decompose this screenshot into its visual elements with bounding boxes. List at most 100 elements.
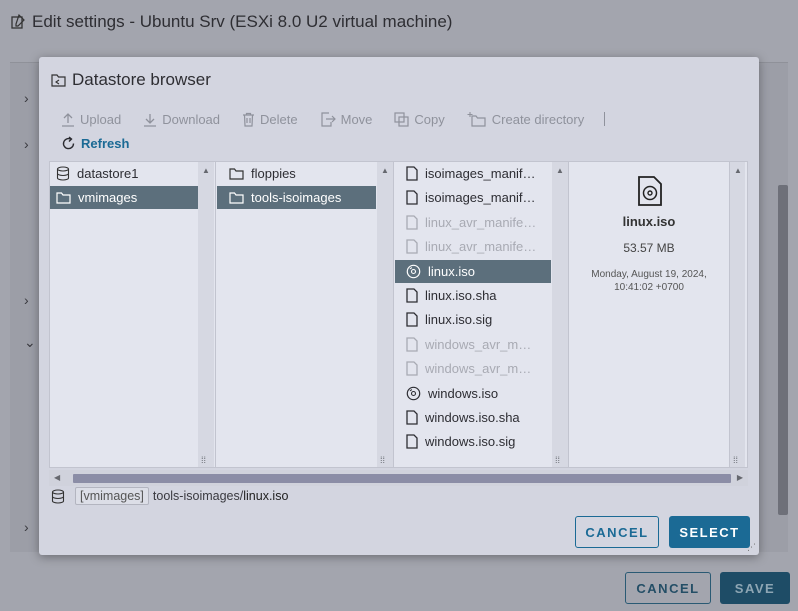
- scroll-left-arrow-icon[interactable]: ◀: [54, 473, 60, 482]
- folder-icon: [56, 192, 71, 204]
- toolbar-divider: [604, 112, 606, 126]
- preview-date-line-2: 10:41:02 +0700: [614, 282, 684, 293]
- datastore-icon: [51, 488, 65, 504]
- path-folder: tools-isoimages/linux.iso: [153, 489, 289, 503]
- disc-icon: [406, 264, 421, 278]
- datastore-column-scrollbar[interactable]: ▲ ⁞⁞: [198, 162, 214, 467]
- file-label: linux_avr_manife…: [425, 214, 537, 230]
- column-resize-grip-icon[interactable]: ⁞⁞: [201, 455, 206, 465]
- datastore-label: datastore1: [77, 166, 139, 181]
- file-label: isoimages_manif…: [425, 166, 536, 181]
- delete-button[interactable]: Delete: [242, 112, 298, 127]
- refresh-button[interactable]: Refresh: [61, 136, 129, 151]
- refresh-label: Refresh: [81, 135, 130, 151]
- file-item[interactable]: linux_avr_manife…: [395, 235, 551, 258]
- disc-icon: [406, 386, 421, 400]
- folder-column: floppies tools-isoimages ▲ ⁞⁞: [217, 162, 394, 467]
- download-button[interactable]: Download: [143, 112, 220, 127]
- file-item[interactable]: windows.iso.sha: [395, 406, 551, 429]
- file-label: windows.iso.sig: [425, 434, 516, 450]
- scroll-up-arrow-icon[interactable]: ▲: [734, 166, 742, 175]
- preview-column-scrollbar[interactable]: ▲ ⁞⁞: [729, 162, 745, 467]
- file-label: linux.iso.sha: [425, 288, 497, 303]
- file-item[interactable]: windows_avr_m…: [395, 357, 551, 380]
- file-item[interactable]: windows.iso: [395, 382, 551, 405]
- file-icon: [406, 288, 418, 303]
- file-column-scrollbar[interactable]: ▲ ⁞⁞: [552, 162, 568, 467]
- path-folder-text: tools-isoimages/: [152, 489, 244, 503]
- folder-label: tools-isoimages: [251, 190, 342, 205]
- upload-label: Upload: [80, 111, 122, 127]
- datastore-column: datastore1 vmimages ▲ ⁞⁞: [50, 162, 216, 467]
- file-item[interactable]: linux.iso.sha: [395, 284, 551, 307]
- file-item[interactable]: linux.iso.sig: [395, 308, 551, 331]
- file-label: isoimages_manif…: [425, 190, 536, 206]
- horizontal-scrollbar-thumb[interactable]: [73, 474, 731, 483]
- chevron-right-icon[interactable]: ›: [24, 90, 29, 106]
- edit-settings-title: Edit settings - Ubuntu Srv (ESXi 8.0 U2 …: [32, 12, 453, 31]
- preview-file-size: 53.57 MB: [623, 241, 675, 255]
- file-label: linux.iso.sig: [425, 312, 493, 328]
- file-item[interactable]: linux_avr_manife…: [395, 211, 551, 234]
- file-icon: [406, 337, 418, 352]
- vm-settings-icon: [11, 14, 25, 29]
- scroll-up-arrow-icon[interactable]: ▲: [202, 166, 210, 175]
- path-file-name: linux.iso: [243, 489, 289, 503]
- edit-settings-scrollbar[interactable]: [778, 185, 788, 515]
- cancel-button[interactable]: CANCEL: [575, 516, 659, 548]
- move-button[interactable]: Move: [320, 111, 373, 127]
- copy-icon: [394, 111, 410, 127]
- edit-settings-cancel-button[interactable]: CANCEL: [625, 572, 711, 604]
- datastore-item[interactable]: datastore1: [50, 162, 198, 185]
- file-icon: [406, 166, 418, 181]
- chevron-right-icon[interactable]: ›: [24, 292, 29, 308]
- file-item[interactable]: isoimages_manif…: [395, 186, 551, 209]
- folder-label: floppies: [251, 166, 296, 181]
- file-icon: [406, 361, 418, 376]
- column-resize-grip-icon[interactable]: ⁞⁞: [380, 455, 385, 465]
- chevron-down-icon[interactable]: ⌄: [24, 334, 36, 351]
- download-icon: [144, 113, 157, 127]
- folder-item[interactable]: floppies: [217, 162, 376, 185]
- move-icon: [321, 111, 336, 127]
- scroll-right-arrow-icon[interactable]: ▶: [737, 473, 743, 482]
- folder-icon: [229, 192, 244, 204]
- file-item[interactable]: isoimages_manif…: [395, 162, 551, 185]
- file-item[interactable]: windows_avr_m…: [395, 333, 551, 356]
- modal-header: Datastore browser: [51, 70, 211, 90]
- horizontal-scrollbar[interactable]: ◀ ▶: [49, 470, 748, 486]
- datastore-item[interactable]: vmimages: [50, 186, 198, 209]
- column-resize-grip-icon[interactable]: ⁞⁞: [555, 455, 560, 465]
- scroll-up-arrow-icon[interactable]: ▲: [556, 166, 564, 175]
- file-label: windows.iso.sha: [425, 410, 520, 425]
- move-label: Move: [340, 111, 373, 127]
- chevron-right-icon[interactable]: ›: [24, 136, 29, 152]
- folder-column-scrollbar[interactable]: ▲ ⁞⁞: [377, 162, 393, 467]
- preview-date-line-1: Monday, August 19, 2024,: [591, 269, 707, 280]
- chevron-right-icon[interactable]: ›: [24, 519, 29, 535]
- edit-settings-title-bar: Edit settings - Ubuntu Srv (ESXi 8.0 U2 …: [10, 12, 452, 32]
- folder-item[interactable]: tools-isoimages: [217, 186, 376, 209]
- datastore-label: vmimages: [78, 190, 138, 205]
- trash-icon: [243, 112, 255, 127]
- file-column: isoimages_manif… isoimages_manif… linux_av…: [395, 162, 569, 467]
- scroll-up-arrow-icon[interactable]: ▲: [381, 166, 389, 175]
- delete-label: Delete: [260, 111, 298, 127]
- resize-handle-icon[interactable]: ⋰: [747, 542, 756, 553]
- create-directory-button[interactable]: Create directory: [467, 111, 584, 127]
- datastore-browser-icon: [51, 74, 66, 87]
- copy-button[interactable]: Copy: [394, 111, 445, 127]
- file-item[interactable]: linux.iso: [395, 259, 551, 283]
- path-datastore-tag: [vmimages]: [75, 487, 149, 505]
- copy-label: Copy: [414, 111, 445, 127]
- select-button[interactable]: SELECT: [669, 516, 750, 548]
- upload-icon: [62, 112, 74, 127]
- file-icon: [406, 434, 418, 450]
- preview-modified-date: Monday, August 19, 2024, 10:41:02 +0700: [569, 268, 729, 294]
- edit-settings-save-button[interactable]: SAVE: [720, 572, 790, 604]
- column-resize-grip-icon[interactable]: ⁞⁞: [733, 455, 738, 465]
- file-icon: [406, 312, 418, 328]
- file-icon: [406, 190, 418, 206]
- file-item[interactable]: windows.iso.sig: [395, 430, 551, 453]
- upload-button[interactable]: Upload: [61, 112, 121, 127]
